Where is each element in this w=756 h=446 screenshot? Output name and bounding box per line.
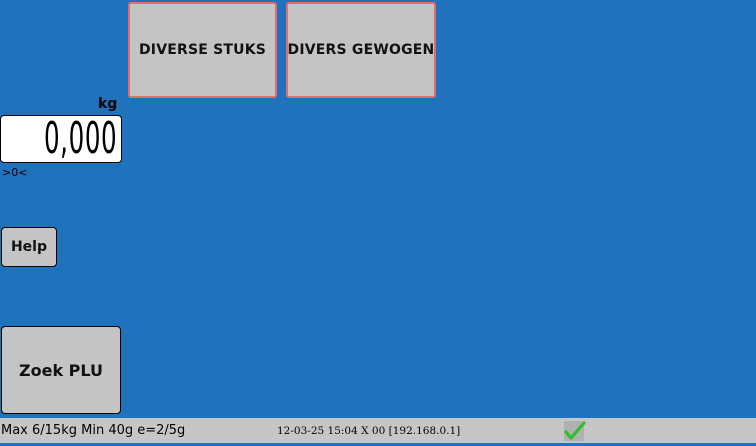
plu-button-diverse-stuks[interactable]: DIVERSE STUKS — [128, 2, 277, 98]
zero-indicator: >0< — [2, 166, 28, 179]
checkmark-icon — [563, 420, 587, 442]
plu-button-divers-gewogen[interactable]: DIVERS GEWOGEN — [286, 2, 436, 98]
status-bar: Max 6/15kg Min 40g e=2/5g 12-03-25 15:04… — [0, 418, 756, 443]
datetime-network-info: 12-03-25 15:04 X 00 [192.168.0.1] — [277, 425, 461, 437]
help-button[interactable]: Help — [1, 227, 57, 267]
search-plu-button[interactable]: Zoek PLU — [1, 326, 121, 414]
weight-value: 0,000 — [43, 113, 117, 164]
scale-capacity-info: Max 6/15kg Min 40g e=2/5g — [1, 423, 186, 438]
weight-display: 0,000 — [0, 113, 122, 164]
weight-unit-label: kg — [98, 96, 118, 112]
